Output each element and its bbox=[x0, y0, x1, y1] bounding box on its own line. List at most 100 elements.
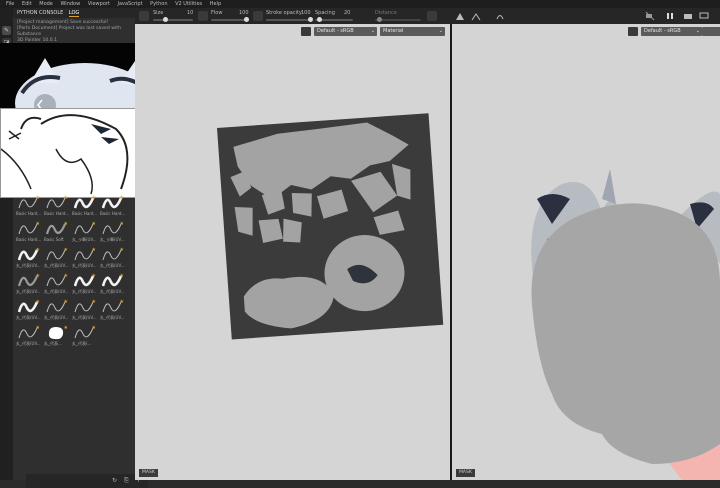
menu-file[interactable]: File bbox=[6, 0, 14, 8]
brush-preset[interactable]: ★ Basic Hard... bbox=[16, 195, 42, 218]
star-icon: ★ bbox=[63, 299, 68, 305]
star-icon: ★ bbox=[119, 221, 124, 227]
brush-preset[interactable]: ★ 丸_代表(UV... bbox=[72, 247, 97, 270]
brush-preset[interactable]: ★ Basic Hard... bbox=[100, 195, 126, 218]
flow-value[interactable]: 100 bbox=[239, 10, 249, 16]
brush-preset[interactable]: ★ 丸_代表(UV... bbox=[16, 247, 41, 270]
brush-label: 丸_代表(... bbox=[72, 341, 92, 346]
brush-tool-icon[interactable] bbox=[139, 11, 149, 21]
tab-python-console[interactable]: PYTHON CONSOLE bbox=[17, 10, 63, 16]
refresh-icon[interactable]: ↻ bbox=[112, 477, 117, 484]
menu-edit[interactable]: Edit bbox=[22, 0, 32, 8]
brush-label: 丸_代表(UV... bbox=[100, 263, 125, 268]
pause-icon[interactable] bbox=[665, 11, 675, 21]
brush-preset[interactable]: ★ 丸_代表(... bbox=[72, 325, 96, 348]
star-icon: ★ bbox=[91, 195, 96, 201]
brush-label: 丸_代表(UV... bbox=[100, 315, 125, 320]
brush-label: 丸_代表(UV... bbox=[44, 289, 69, 294]
spacing-value[interactable]: 20 bbox=[344, 10, 350, 16]
import-icon[interactable]: ⎘ bbox=[124, 477, 129, 485]
menu-help[interactable]: Help bbox=[210, 0, 221, 8]
brush-label: Basic Soft bbox=[44, 237, 64, 242]
lazy-mouse-icon[interactable] bbox=[427, 11, 437, 21]
brush-preset[interactable]: ★ 丸_代表(UV... bbox=[72, 299, 97, 322]
mountain-icon[interactable] bbox=[455, 11, 465, 21]
menu-mode[interactable]: Mode bbox=[39, 0, 53, 8]
brush-preset[interactable]: ★ Basic Hard... bbox=[44, 195, 69, 218]
brush-preset[interactable]: ★ 丸_代表(UV... bbox=[16, 299, 41, 322]
pen-pressure-flow-icon[interactable] bbox=[253, 11, 263, 21]
star-icon: ★ bbox=[63, 325, 68, 331]
stroke-opacity-slider[interactable] bbox=[266, 17, 313, 22]
brush-label: Basic Hard... bbox=[100, 211, 126, 216]
flow-slider[interactable] bbox=[211, 17, 249, 22]
brush-label: Basic Hard... bbox=[16, 237, 42, 242]
camera-icon[interactable] bbox=[683, 11, 693, 21]
viewport-2d[interactable]: Default - sRGB ⌄ Material ⌄ MASK bbox=[135, 24, 450, 480]
star-icon: ★ bbox=[119, 273, 124, 279]
menu-viewport[interactable]: Viewport bbox=[88, 0, 110, 8]
star-icon: ★ bbox=[63, 247, 68, 253]
brush-label: 丸_代表(UV... bbox=[44, 315, 69, 320]
brush-preset[interactable]: ★ Basic Hard... bbox=[16, 221, 42, 244]
brush-preset[interactable]: ★ 丸_代表(UV... bbox=[44, 273, 69, 296]
panel-tabs: PYTHON CONSOLE LOG bbox=[13, 8, 135, 18]
spacing-slider[interactable] bbox=[315, 17, 353, 22]
brush-preset[interactable]: ★ 丸_代表... bbox=[44, 325, 68, 348]
star-icon: ★ bbox=[63, 221, 68, 227]
brush-preset[interactable]: ★ 丸_代表(UV... bbox=[100, 273, 125, 296]
mask-button[interactable]: MASK bbox=[139, 469, 158, 477]
stroke-opacity-label: Stroke opacity bbox=[266, 10, 302, 16]
brush-label: Basic Hard... bbox=[16, 211, 42, 216]
brush-preset[interactable]: ★ 丸_ラ筆(UV... bbox=[100, 221, 125, 244]
brush-preset[interactable]: ★ 丸_代表(UV... bbox=[100, 299, 125, 322]
flow-label: Flow bbox=[211, 10, 223, 16]
star-icon: ★ bbox=[63, 273, 68, 279]
video-off-icon[interactable] bbox=[645, 11, 655, 21]
log-output: [Project management] Save successful! [P… bbox=[13, 18, 135, 46]
brush-preset[interactable]: ★ Basic Soft bbox=[44, 221, 68, 244]
alignment-icon[interactable] bbox=[471, 11, 481, 21]
brush-label: 丸_代表(UV... bbox=[16, 315, 41, 320]
size-label: Size bbox=[153, 10, 164, 16]
symmetry-icon[interactable] bbox=[495, 11, 505, 21]
star-icon: ★ bbox=[35, 221, 40, 227]
viewport-3d[interactable]: Default - sRGB ⌄ MASK bbox=[452, 24, 720, 480]
pen-pressure-size-icon[interactable] bbox=[198, 11, 208, 21]
brush-properties-toolbar: Size 10 Flow 100 Stroke opacity 100 Spac… bbox=[135, 8, 720, 25]
star-icon: ★ bbox=[91, 221, 96, 227]
brush-preset[interactable]: ★ 丸_代表(UV... bbox=[16, 325, 41, 348]
brush-label: 丸_代表(UV... bbox=[72, 315, 97, 320]
menu-javascript[interactable]: JavaScript bbox=[118, 0, 143, 8]
shelf-footer: ↻ ⎘ + bbox=[26, 474, 148, 488]
uv-layout bbox=[217, 113, 444, 340]
menu-python[interactable]: Python bbox=[150, 0, 167, 8]
size-slider[interactable] bbox=[153, 17, 193, 22]
menu-window[interactable]: Window bbox=[60, 0, 80, 8]
brush-preset[interactable]: ★ 丸_ラ筆(UV... bbox=[72, 221, 97, 244]
star-icon: ★ bbox=[35, 299, 40, 305]
brush-preset[interactable]: ★ Basic Hard... bbox=[72, 195, 97, 218]
stroke-opacity-value[interactable]: 100 bbox=[301, 10, 311, 16]
brush-label: 丸_代表(UV... bbox=[16, 263, 41, 268]
distance-slider[interactable] bbox=[375, 17, 421, 22]
brush-label: 丸_代表(UV... bbox=[44, 263, 69, 268]
mask-button[interactable]: MASK bbox=[456, 469, 475, 477]
reference-image-light[interactable] bbox=[0, 108, 144, 198]
brush-preset[interactable]: ★ 丸_代表(UV... bbox=[100, 247, 125, 270]
menu-v2-utilities[interactable]: V2 Utilities bbox=[175, 0, 202, 8]
display-settings-icon[interactable] bbox=[699, 11, 709, 21]
size-value[interactable]: 10 bbox=[187, 10, 193, 16]
brush-label: 丸_ラ筆(UV... bbox=[72, 237, 97, 242]
brush-preset[interactable]: ★ 丸_代表(UV... bbox=[16, 273, 41, 296]
brush-preset[interactable]: ★ 丸_代表(UV... bbox=[44, 247, 69, 270]
left-panel: PYTHON CONSOLE LOG [Project management] … bbox=[0, 8, 169, 488]
star-icon: ★ bbox=[35, 325, 40, 331]
paint-tool-icon[interactable]: ✎ bbox=[2, 26, 11, 35]
brush-label: 丸_代表(UV... bbox=[100, 289, 125, 294]
brush-preset[interactable]: ★ 丸_代表(UV... bbox=[72, 273, 97, 296]
brush-preset[interactable]: ★ 丸_代表(UV... bbox=[44, 299, 69, 322]
star-icon: ★ bbox=[119, 247, 124, 253]
tab-log[interactable]: LOG bbox=[68, 10, 80, 17]
brush-label: 丸_代表(UV... bbox=[16, 341, 41, 346]
